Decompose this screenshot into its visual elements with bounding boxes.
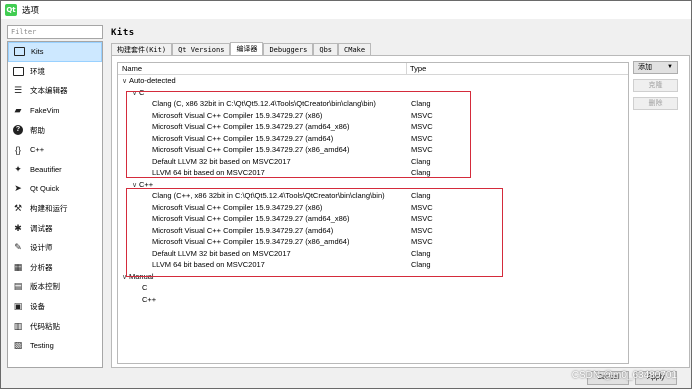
sidebar-item-label: 分析器	[30, 262, 53, 272]
sidebar-item-label: 构建和运行	[30, 204, 68, 214]
tree-node-label: Auto-detected	[129, 76, 176, 86]
dropdown-arrow-icon: ▼	[667, 64, 673, 70]
computer-icon	[13, 46, 25, 58]
version-control-icon: ▤	[13, 281, 23, 292]
sidebar-item-beautifier[interactable]: ✦ Beautifier	[8, 160, 102, 180]
sidebar-item-debugger[interactable]: ✱ 调试器	[8, 218, 102, 238]
tree-node-label: C++	[142, 294, 157, 304]
sidebar-item-testing[interactable]: ▧ Testing	[8, 336, 102, 356]
sidebar-item-code-paste[interactable]: ▥ 代码粘贴	[8, 316, 102, 336]
sidebar-item-label: 帮助	[30, 125, 45, 135]
fakevim-icon: ▰	[14, 105, 22, 116]
highlight-box-c	[126, 91, 471, 178]
tab-bar: 构建套件(Kit) Qt Versions 编译器 Debuggers Qbs …	[111, 42, 372, 56]
sidebar-item-help[interactable]: ? 帮助	[8, 120, 102, 140]
pencil-icon: ✎	[14, 242, 22, 253]
paste-icon: ▥	[13, 320, 23, 331]
column-header-type[interactable]: Type	[407, 63, 426, 74]
sidebar-item-cpp[interactable]: {} C++	[8, 140, 102, 160]
sidebar-item-environment[interactable]: 环境	[8, 62, 102, 82]
sidebar-item-designer[interactable]: ✎ 设计师	[8, 238, 102, 258]
window-title: 选项	[22, 5, 40, 15]
options-window: Qt 选项 Filter Kits 环境 ☰ 文本编辑器 ▰ FakeVim ?…	[0, 0, 692, 389]
braces-icon: {}	[14, 144, 21, 155]
sidebar-item-label: Testing	[30, 341, 54, 351]
add-button[interactable]: 添加 ▼	[633, 61, 678, 74]
filter-input[interactable]: Filter	[7, 25, 103, 39]
sidebar-item-qt-quick[interactable]: ➤ Qt Quick	[8, 179, 102, 199]
remove-button[interactable]: 删除	[633, 97, 678, 110]
sidebar-item-label: Qt Quick	[30, 184, 60, 194]
page-title: Kits	[111, 28, 135, 38]
sidebar-item-label: FakeVim	[30, 106, 60, 116]
sidebar-item-label: C++	[30, 145, 45, 155]
tab-compilers[interactable]: 编译器	[230, 42, 264, 56]
sidebar-item-analyzer[interactable]: ▦ 分析器	[8, 258, 102, 278]
sidebar-item-label: 设计师	[30, 243, 53, 253]
hammer-icon: ⚒	[13, 203, 23, 214]
add-button-label: 添加	[638, 64, 652, 71]
tree-node-manual-cpp[interactable]: C++	[118, 294, 628, 306]
sidebar-item-label: Kits	[31, 47, 44, 57]
qt-creator-icon: Qt	[5, 4, 17, 16]
sidebar-item-kits[interactable]: Kits	[8, 42, 102, 62]
sidebar-item-version-control[interactable]: ▤ 版本控制	[8, 277, 102, 297]
qtquick-icon: ➤	[14, 183, 22, 194]
sidebar-item-label: 设备	[30, 302, 45, 312]
column-header-name[interactable]: Name	[118, 63, 407, 74]
text-editor-icon: ☰	[13, 85, 23, 96]
monitor-icon	[12, 65, 24, 77]
tree-node-manual-c[interactable]: C	[118, 282, 628, 294]
testing-icon: ▧	[13, 340, 23, 351]
clone-button[interactable]: 克隆	[633, 79, 678, 92]
sidebar-item-label: 代码粘贴	[30, 321, 60, 331]
highlight-box-cpp	[126, 188, 503, 277]
sidebar-item-fakevim[interactable]: ▰ FakeVim	[8, 101, 102, 121]
debugger-icon: ✱	[14, 222, 22, 233]
analyzer-icon: ▦	[13, 261, 23, 272]
sidebar-item-text-editor[interactable]: ☰ 文本编辑器	[8, 81, 102, 101]
help-icon: ?	[12, 124, 24, 136]
sidebar-item-devices[interactable]: ▣ 设备	[8, 297, 102, 317]
title-bar: Qt 选项	[1, 1, 691, 19]
sidebar-item-label: Beautifier	[30, 164, 62, 174]
tree-node-auto-detected[interactable]: ∨ Auto-detected	[118, 75, 628, 87]
sidebar-item-label: 调试器	[30, 223, 53, 233]
tree-header: Name Type	[118, 63, 628, 75]
options-sidebar: Kits 环境 ☰ 文本编辑器 ▰ FakeVim ? 帮助 {} C++ ✦ …	[7, 41, 103, 368]
sparkle-icon: ✦	[14, 163, 22, 174]
tree-node-label: C	[142, 283, 148, 293]
device-icon: ▣	[13, 301, 23, 312]
sidebar-item-label: 环境	[30, 66, 45, 76]
watermark: CSDN @m0_63480701	[571, 370, 677, 381]
sidebar-item-build-run[interactable]: ⚒ 构建和运行	[8, 199, 102, 219]
sidebar-item-label: 版本控制	[30, 282, 60, 292]
expand-arrow-icon[interactable]: ∨	[120, 77, 129, 85]
sidebar-item-label: 文本编辑器	[30, 86, 68, 96]
